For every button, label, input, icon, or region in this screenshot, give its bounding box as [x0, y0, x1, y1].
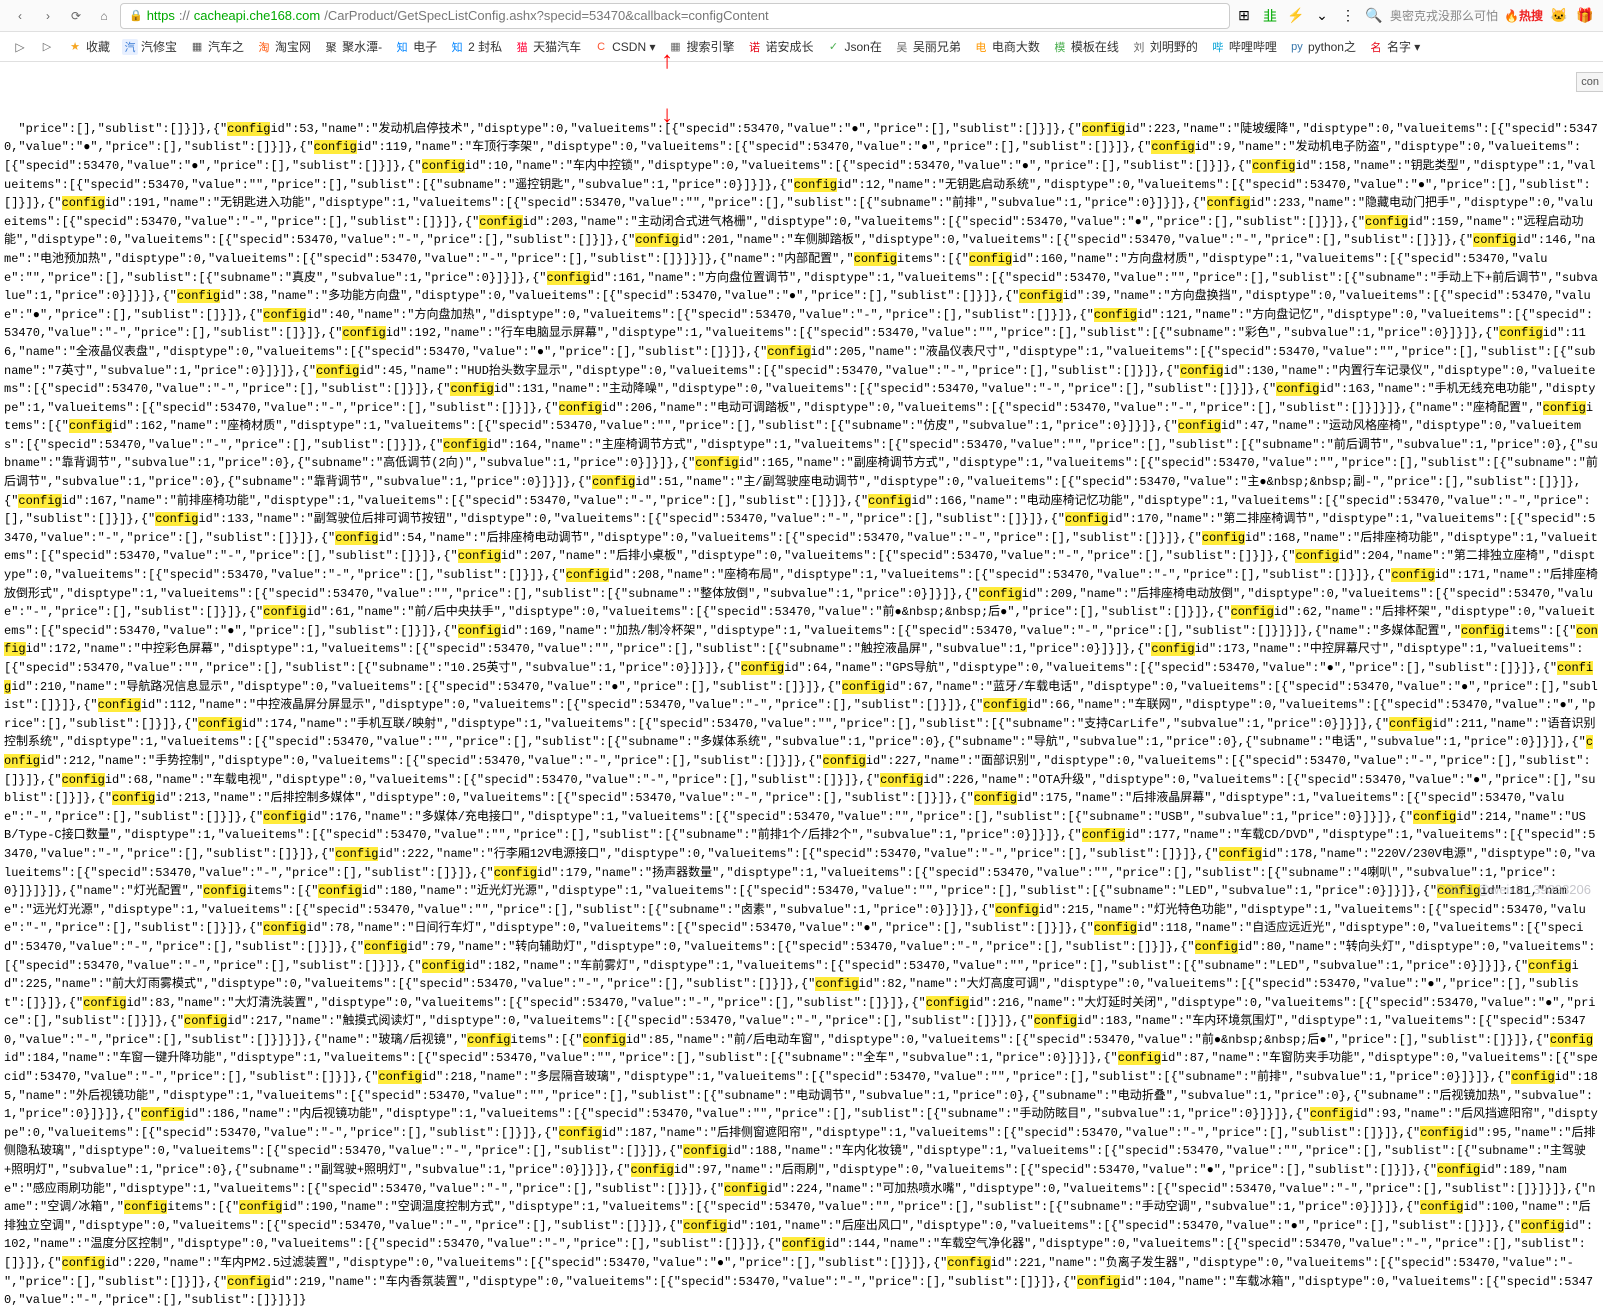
bookmark-icon: 聚 — [323, 39, 339, 55]
bookmark-item[interactable]: ▦汽车之 — [184, 36, 249, 57]
search-hint[interactable]: 奥密克戎没那么可怕 — [1390, 7, 1498, 24]
bookmark-item[interactable]: pypython之 — [1284, 36, 1361, 57]
address-bar[interactable]: 🔒 https://cacheapi.che168.com/CarProduct… — [120, 3, 1230, 29]
bookmark-icon: ★ — [67, 39, 83, 55]
bookmark-item[interactable]: ▦搜索引擎 — [662, 36, 739, 57]
bookmark-icon: C — [593, 39, 609, 55]
bookmark-icon: 名 — [1368, 39, 1384, 55]
bookmark-icon: 模 — [1052, 39, 1068, 55]
bookmark-icon: 哔 — [1210, 39, 1226, 55]
bookmark-label: python之 — [1308, 38, 1356, 55]
bookmark-item[interactable]: 电电商大数 — [968, 36, 1045, 57]
bookmark-icon: ▦ — [667, 39, 683, 55]
bookmark-label: CSDN ▾ — [612, 40, 655, 54]
bookmark-item[interactable]: 淘淘宝网 — [251, 36, 316, 57]
forward-button[interactable]: › — [36, 4, 60, 28]
bookmark-icon: ✓ — [826, 39, 842, 55]
search-icon[interactable]: 🔍 — [1364, 6, 1384, 26]
bookmark-label: 汽车之 — [208, 38, 244, 55]
browser-toolbar: ‹ › ⟳ ⌂ 🔒 https://cacheapi.che168.com/Ca… — [0, 0, 1603, 32]
bookmark-icon: 猫 — [514, 39, 530, 55]
bookmark-label: Json在 — [845, 38, 882, 55]
reload-button[interactable]: ⟳ — [64, 4, 88, 28]
url-path: /CarProduct/GetSpecListConfig.ashx?speci… — [324, 8, 768, 23]
bookmark-item[interactable]: CCSDN ▾ — [588, 36, 660, 57]
gift-icon[interactable]: 🎁 — [1575, 6, 1595, 26]
bookmark-item[interactable]: 刘刘明野的 — [1126, 36, 1203, 57]
bookmark-label: 聚水潭- — [342, 38, 382, 55]
bookmark-item[interactable]: 名名字 ▾ — [1363, 36, 1425, 57]
bookmark-icon: ▷ — [39, 39, 55, 55]
bookmark-item[interactable]: 汽汽修宝 — [117, 36, 182, 57]
bookmark-label: 名字 ▾ — [1387, 38, 1420, 55]
bookmark-label: 搜索引擎 — [686, 38, 734, 55]
bookmark-item[interactable]: 知2 封私 — [444, 36, 507, 57]
bookmark-icon: 刘 — [1131, 39, 1147, 55]
bookmark-label: 诺安成长 — [765, 38, 813, 55]
bookmark-item[interactable]: 猫天猫汽车 — [509, 36, 586, 57]
bookmark-icon: 汽 — [122, 39, 138, 55]
bookmark-icon: 淘 — [256, 39, 272, 55]
ext-icon[interactable]: ⚡ — [1286, 6, 1306, 26]
bookmark-icon: ▦ — [189, 39, 205, 55]
bookmark-item[interactable]: 聚聚水潭- — [318, 36, 387, 57]
bookmark-label: 汽修宝 — [141, 38, 177, 55]
lock-icon: 🔒 — [129, 9, 143, 22]
bookmark-icon: 电 — [973, 39, 989, 55]
ext-icon[interactable]: ⊞ — [1234, 6, 1254, 26]
home-button[interactable]: ⌂ — [92, 4, 116, 28]
bookmark-label: 模板在线 — [1071, 38, 1119, 55]
cat-icon[interactable]: 🐱 — [1549, 6, 1569, 26]
bookmark-bar: ▷ ▷★收藏汽汽修宝▦汽车之淘淘宝网聚聚水潭-知电子知2 封私猫天猫汽车CCSD… — [0, 32, 1603, 62]
bookmark-label: 2 封私 — [468, 38, 502, 55]
bookmark-menu-icon[interactable]: ▷ — [8, 35, 32, 59]
bookmark-label: 刘明野的 — [1150, 38, 1198, 55]
bookmark-icon: 吴 — [894, 39, 910, 55]
watermark: CSDN @weixin_39393206 — [1436, 882, 1591, 897]
bookmark-icon: py — [1289, 39, 1305, 55]
bookmark-label: 天猫汽车 — [533, 38, 581, 55]
bookmark-icon: 知 — [449, 39, 465, 55]
bookmark-label: 吴丽兄弟 — [913, 38, 961, 55]
back-button[interactable]: ‹ — [8, 4, 32, 28]
bookmark-icon: 知 — [394, 39, 410, 55]
bookmark-item[interactable]: ✓Json在 — [821, 36, 887, 57]
url-scheme: https — [147, 8, 175, 23]
ext-icon[interactable]: ⌄ — [1312, 6, 1332, 26]
bookmark-item[interactable]: 知电子 — [389, 36, 442, 57]
ext-icon[interactable]: 韭 — [1260, 6, 1280, 26]
menu-icon[interactable]: ⋮ — [1338, 6, 1358, 26]
url-host: cacheapi.che168.com — [194, 8, 320, 23]
bookmark-icon: 诺 — [746, 39, 762, 55]
bookmark-label: 哔哩哔哩 — [1229, 38, 1277, 55]
bookmark-label: 电商大数 — [992, 38, 1040, 55]
bookmark-item[interactable]: 吴吴丽兄弟 — [889, 36, 966, 57]
bookmark-label: 收藏 — [86, 38, 110, 55]
bookmark-item[interactable]: ▷ — [34, 36, 60, 57]
bookmark-item[interactable]: ★收藏 — [62, 36, 115, 57]
bookmark-item[interactable]: 模模板在线 — [1047, 36, 1124, 57]
hot-badge[interactable]: 🔥热搜 — [1504, 7, 1543, 24]
bookmark-label: 电子 — [413, 38, 437, 55]
bookmark-label: 淘宝网 — [275, 38, 311, 55]
bookmark-item[interactable]: 哔哔哩哔哩 — [1205, 36, 1282, 57]
bookmark-item[interactable]: 诺诺安成长 — [741, 36, 818, 57]
toolbar-right: ⊞ 韭 ⚡ ⌄ ⋮ 🔍 奥密克戎没那么可怕 🔥热搜 🐱 🎁 — [1234, 6, 1595, 26]
response-body: ↑ ↓ "price":[],"sublist":[]}]},{"configi… — [0, 62, 1603, 1312]
